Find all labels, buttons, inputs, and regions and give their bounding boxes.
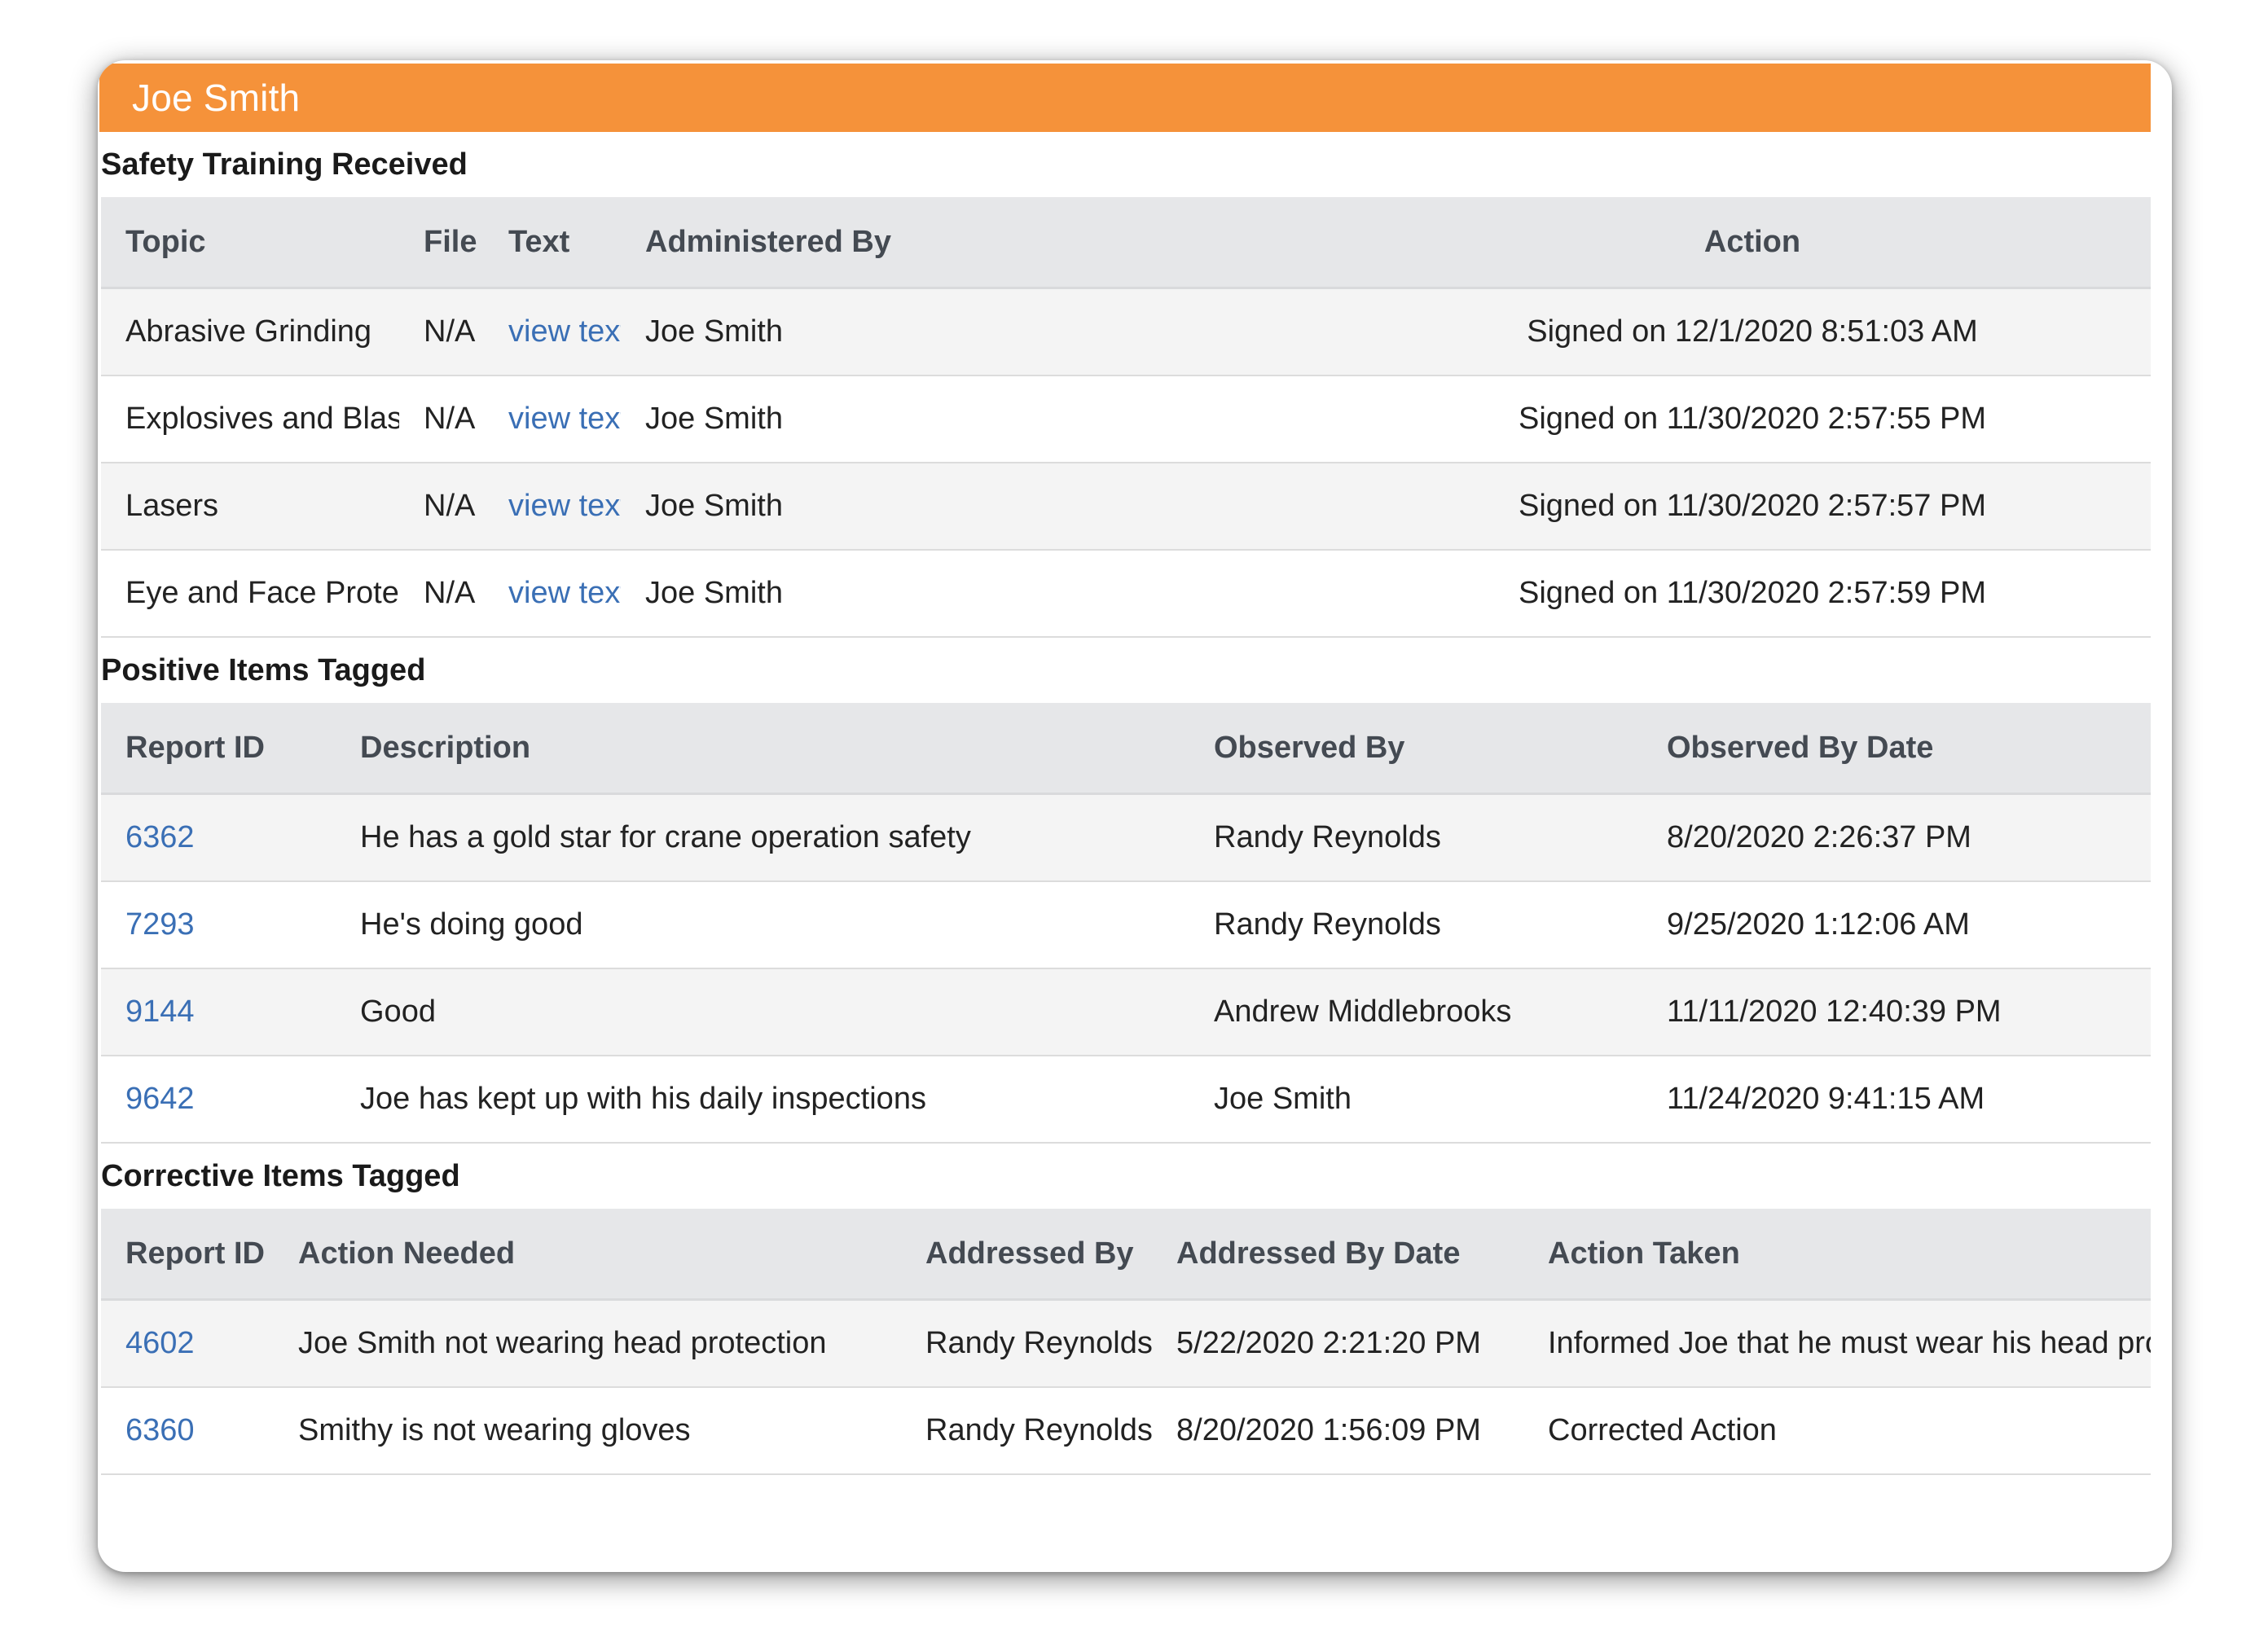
view-text-link[interactable]: view text <box>484 463 621 551</box>
report-id-link[interactable]: 6360 <box>101 1387 274 1475</box>
positive-observed-date: 11/24/2020 9:41:15 AM <box>1642 1056 2151 1144</box>
report-id-link[interactable]: 7293 <box>101 881 336 969</box>
col-header-report-id[interactable]: Report ID <box>101 1209 274 1301</box>
report-id-link[interactable]: 6362 <box>101 793 336 882</box>
training-action: Signed on 11/30/2020 2:57:55 PM <box>1354 375 2151 463</box>
corrective-addressed-by: Randy Reynolds <box>901 1387 1152 1475</box>
col-header-file[interactable]: File <box>399 197 484 289</box>
training-file: N/A <box>399 288 484 376</box>
col-header-action[interactable]: Action <box>1354 197 2151 289</box>
report-id-link[interactable]: 4602 <box>101 1299 274 1388</box>
table-row: Abrasive Grinding N/A view text Joe Smit… <box>101 288 2151 376</box>
training-topic: Eye and Face Protection <box>101 550 399 638</box>
training-administered-by: Joe Smith <box>621 463 1354 551</box>
positive-observed-by: Andrew Middlebrooks <box>1189 968 1642 1056</box>
positive-observed-date: 9/25/2020 1:12:06 AM <box>1642 881 2151 969</box>
table-row: 6362 He has a gold star for crane operat… <box>101 793 2151 882</box>
training-file: N/A <box>399 550 484 638</box>
col-header-topic[interactable]: Topic <box>101 197 399 289</box>
col-header-addressed-by[interactable]: Addressed By <box>901 1209 1152 1301</box>
table-row: Lasers N/A view text Joe Smith Signed on… <box>101 463 2151 551</box>
view-text-link[interactable]: view text <box>484 550 621 638</box>
col-header-report-id[interactable]: Report ID <box>101 703 336 795</box>
report-id-link[interactable]: 9144 <box>101 968 336 1056</box>
table-row: 9642 Joe has kept up with his daily insp… <box>101 1056 2151 1144</box>
corrective-header-row: Report ID Action Needed Addressed By Add… <box>101 1209 2151 1301</box>
col-header-action-taken[interactable]: Action Taken <box>1523 1209 2151 1301</box>
training-administered-by: Joe Smith <box>621 288 1354 376</box>
training-topic: Explosives and Blasting <box>101 375 399 463</box>
positive-description: Joe has kept up with his daily inspectio… <box>336 1056 1189 1144</box>
positive-description: He's doing good <box>336 881 1189 969</box>
corrective-action-needed: Smithy is not wearing gloves <box>274 1387 901 1475</box>
col-header-addressed-by-date[interactable]: Addressed By Date <box>1152 1209 1523 1301</box>
corrective-action-needed: Joe Smith not wearing head protection <box>274 1299 901 1388</box>
employee-card: Joe Smith Safety Training Received Topic… <box>98 60 2172 1572</box>
table-row: 9144 Good Andrew Middlebrooks 11/11/2020… <box>101 968 2151 1056</box>
training-action: Signed on 12/1/2020 8:51:03 AM <box>1354 288 2151 376</box>
corrective-addressed-date: 5/22/2020 2:21:20 PM <box>1152 1299 1523 1388</box>
corrective-action-taken: Informed Joe that he must wear his head … <box>1523 1299 2151 1388</box>
positive-description: He has a gold star for crane operation s… <box>336 793 1189 882</box>
positive-items-table: Report ID Description Observed By Observ… <box>101 703 2151 1144</box>
employee-name-title: Joe Smith <box>132 77 301 119</box>
training-header-row: Topic File Text Administered By Action <box>101 197 2151 289</box>
card-content: Safety Training Received Topic File Text… <box>101 132 2151 1475</box>
col-header-administered-by[interactable]: Administered By <box>621 197 1354 289</box>
section-title-training: Safety Training Received <box>101 147 468 182</box>
positive-description: Good <box>336 968 1189 1056</box>
positive-observed-by: Randy Reynolds <box>1189 793 1642 882</box>
report-id-link[interactable]: 9642 <box>101 1056 336 1144</box>
table-row: 6360 Smithy is not wearing gloves Randy … <box>101 1387 2151 1475</box>
training-file: N/A <box>399 463 484 551</box>
corrective-addressed-by: Randy Reynolds <box>901 1299 1152 1388</box>
table-row: 4602 Joe Smith not wearing head protecti… <box>101 1299 2151 1388</box>
section-title-corrective: Corrective Items Tagged <box>101 1159 460 1193</box>
section-title-positive: Positive Items Tagged <box>101 653 426 687</box>
table-row: 7293 He's doing good Randy Reynolds 9/25… <box>101 881 2151 969</box>
table-row: Eye and Face Protection N/A view text Jo… <box>101 550 2151 638</box>
training-administered-by: Joe Smith <box>621 550 1354 638</box>
training-topic: Lasers <box>101 463 399 551</box>
training-action: Signed on 11/30/2020 2:57:59 PM <box>1354 550 2151 638</box>
table-row: Explosives and Blasting N/A view text Jo… <box>101 375 2151 463</box>
col-header-action-needed[interactable]: Action Needed <box>274 1209 901 1301</box>
col-header-observed-by-date[interactable]: Observed By Date <box>1642 703 2151 795</box>
positive-observed-by: Randy Reynolds <box>1189 881 1642 969</box>
training-file: N/A <box>399 375 484 463</box>
positive-header-row: Report ID Description Observed By Observ… <box>101 703 2151 795</box>
corrective-action-taken: Corrected Action <box>1523 1387 2151 1475</box>
employee-header-bar: Joe Smith <box>99 64 2151 132</box>
positive-observed-date: 11/11/2020 12:40:39 PM <box>1642 968 2151 1056</box>
col-header-description[interactable]: Description <box>336 703 1189 795</box>
col-header-text[interactable]: Text <box>484 197 621 289</box>
training-administered-by: Joe Smith <box>621 375 1354 463</box>
view-text-link[interactable]: view text <box>484 288 621 376</box>
col-header-observed-by[interactable]: Observed By <box>1189 703 1642 795</box>
training-table: Topic File Text Administered By Action A… <box>101 197 2151 638</box>
training-topic: Abrasive Grinding <box>101 288 399 376</box>
positive-observed-date: 8/20/2020 2:26:37 PM <box>1642 793 2151 882</box>
corrective-addressed-date: 8/20/2020 1:56:09 PM <box>1152 1387 1523 1475</box>
training-action: Signed on 11/30/2020 2:57:57 PM <box>1354 463 2151 551</box>
corrective-items-table: Report ID Action Needed Addressed By Add… <box>101 1209 2151 1475</box>
positive-observed-by: Joe Smith <box>1189 1056 1642 1144</box>
view-text-link[interactable]: view text <box>484 375 621 463</box>
